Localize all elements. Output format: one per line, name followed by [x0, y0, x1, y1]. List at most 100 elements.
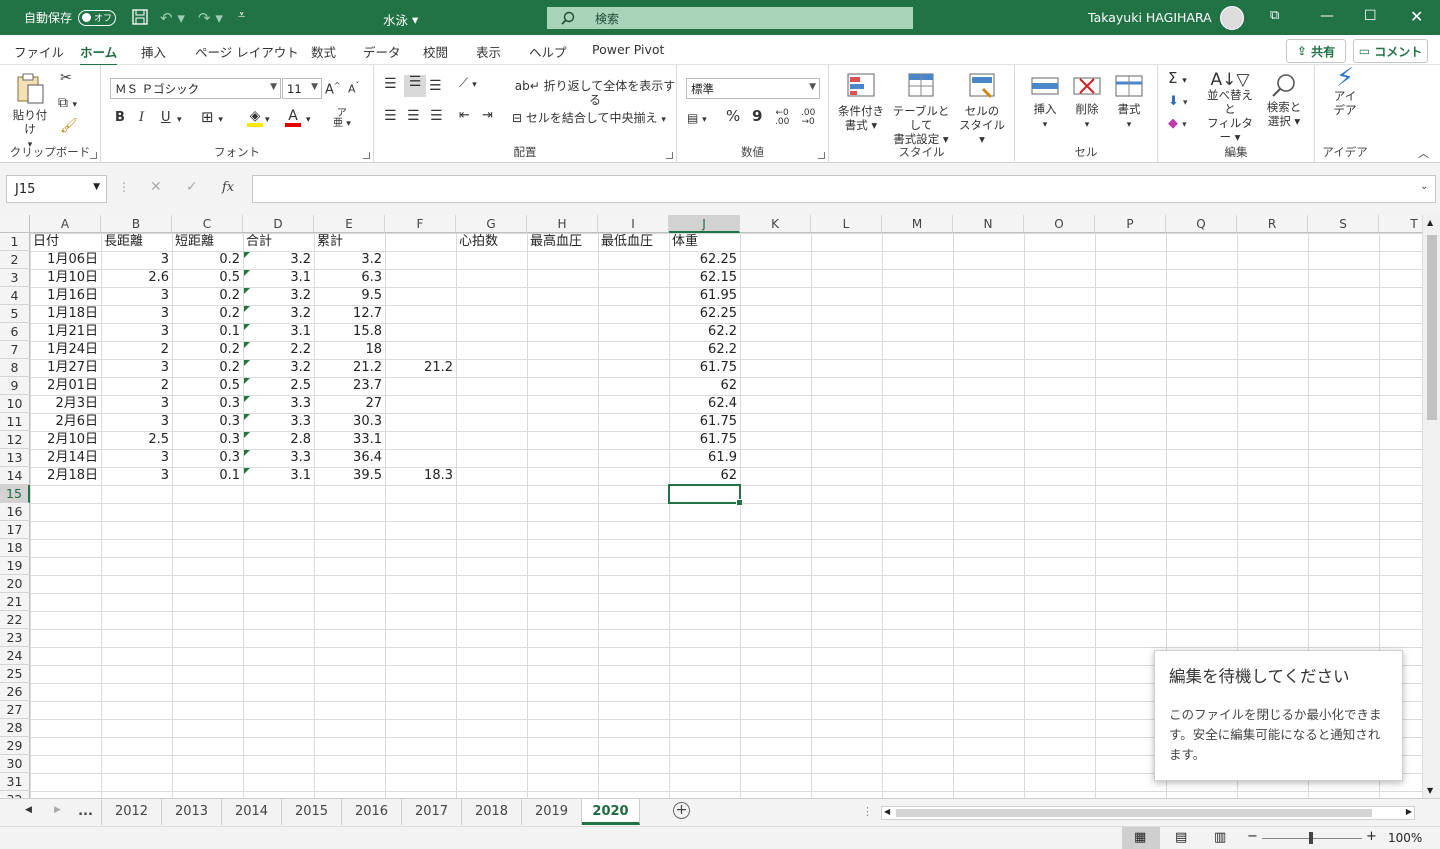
autosum-icon[interactable]: Σ ▾	[1168, 71, 1187, 88]
column-header[interactable]: N	[953, 215, 1024, 233]
table-cell[interactable]: 2.6	[101, 269, 172, 287]
row-header[interactable]: 30	[0, 755, 30, 773]
save-icon[interactable]	[131, 8, 149, 26]
table-cell[interactable]: 心拍数	[456, 233, 527, 251]
error-indicator-icon[interactable]	[244, 252, 250, 258]
table-cell[interactable]: 62.25	[669, 251, 740, 269]
table-cell[interactable]: 23.7	[314, 377, 385, 395]
table-cell[interactable]: 3.3	[243, 395, 314, 413]
error-indicator-icon[interactable]	[244, 342, 250, 348]
sheet-tab[interactable]: 2015	[282, 799, 342, 825]
table-cell[interactable]: 62.15	[669, 269, 740, 287]
table-cell[interactable]: 62.2	[669, 341, 740, 359]
sheet-tab[interactable]: 2019	[522, 799, 582, 825]
table-cell[interactable]: 1月10日	[30, 269, 101, 287]
clipboard-launcher-icon[interactable]	[90, 152, 97, 159]
maximize-icon[interactable]: ☐	[1364, 8, 1377, 24]
accounting-format-icon[interactable]: ▤ ▾	[687, 111, 707, 127]
table-cell[interactable]: 62	[669, 467, 740, 485]
row-header[interactable]: 12	[0, 431, 30, 449]
table-cell[interactable]: 3	[101, 323, 172, 341]
delete-cells-button[interactable]: 削除 ▾	[1067, 73, 1107, 132]
sheet-tab[interactable]: 2012	[102, 799, 162, 825]
undo-icon[interactable]: ↶ ▾	[160, 9, 185, 27]
error-indicator-icon[interactable]	[244, 324, 250, 330]
table-cell[interactable]: 3	[101, 359, 172, 377]
column-header[interactable]: Q	[1166, 215, 1237, 233]
table-cell[interactable]: 3	[101, 467, 172, 485]
bold-button[interactable]: B	[115, 111, 125, 125]
table-cell[interactable]: 1月24日	[30, 341, 101, 359]
row-header[interactable]: 5	[0, 305, 30, 323]
column-header[interactable]: A	[30, 215, 101, 233]
table-cell[interactable]: 3	[101, 395, 172, 413]
column-header[interactable]: C	[172, 215, 243, 233]
error-indicator-icon[interactable]	[244, 468, 250, 474]
percent-button[interactable]: %	[726, 109, 740, 124]
row-header[interactable]: 10	[0, 395, 30, 413]
table-cell[interactable]: 0.3	[172, 431, 243, 449]
table-cell[interactable]: 3.2	[243, 251, 314, 269]
fill-color-dropdown-icon[interactable]: ▾	[265, 113, 270, 127]
row-header[interactable]: 9	[0, 377, 30, 395]
table-cell[interactable]: 日付	[30, 233, 101, 251]
table-cell[interactable]: 体重	[669, 233, 740, 251]
table-cell[interactable]: 3.1	[243, 323, 314, 341]
increase-decimal-icon[interactable]: ←0.00	[775, 109, 789, 127]
table-cell[interactable]: 3	[101, 413, 172, 431]
tab-file[interactable]: ファイル	[14, 42, 64, 61]
table-cell[interactable]: 3.3	[243, 413, 314, 431]
row-header[interactable]: 21	[0, 593, 30, 611]
page-layout-view-icon[interactable]: ▤	[1175, 830, 1187, 845]
collapse-ribbon-icon[interactable]: ︿	[1418, 147, 1429, 161]
table-cell[interactable]: 合計	[243, 233, 314, 251]
table-cell[interactable]: 0.2	[172, 287, 243, 305]
cell-styles-button[interactable]: セルの スタイル ▾	[955, 71, 1009, 146]
autosave-switch[interactable]: オフ	[78, 9, 117, 26]
ribbon-display-options-icon[interactable]: ⧉	[1270, 8, 1279, 23]
column-header[interactable]: O	[1024, 215, 1095, 233]
table-cell[interactable]: 1月18日	[30, 305, 101, 323]
vertical-scrollbar[interactable]: ▲ ▼	[1422, 215, 1440, 798]
column-header[interactable]: P	[1095, 215, 1166, 233]
tab-page-layout[interactable]: ページ レイアウト	[195, 42, 299, 61]
decrease-indent-icon[interactable]: ⇤	[459, 109, 470, 123]
column-header[interactable]: K	[740, 215, 811, 233]
table-cell[interactable]: 18.3	[385, 467, 456, 485]
column-header[interactable]: J	[669, 215, 740, 233]
format-painter-icon[interactable]: 🖌	[60, 119, 78, 133]
table-cell[interactable]: 36.4	[314, 449, 385, 467]
column-header[interactable]: T	[1379, 215, 1422, 233]
row-header[interactable]: 8	[0, 359, 30, 377]
scroll-down-icon[interactable]: ▼	[1427, 786, 1433, 795]
cut-icon[interactable]: ✂	[60, 71, 72, 85]
table-cell[interactable]: 3	[101, 251, 172, 269]
font-color-dropdown-icon[interactable]: ▾	[306, 113, 311, 127]
format-as-table-button[interactable]: テーブルとして 書式設定 ▾	[887, 71, 955, 146]
row-header[interactable]: 31	[0, 773, 30, 791]
row-header[interactable]: 20	[0, 575, 30, 593]
table-cell[interactable]: 1月16日	[30, 287, 101, 305]
autosave-toggle[interactable]: 自動保存 オフ	[24, 9, 117, 26]
sheet-tab[interactable]: 2016	[342, 799, 402, 825]
format-cells-button[interactable]: 書式 ▾	[1109, 73, 1149, 132]
tab-home[interactable]: ホーム	[80, 42, 118, 66]
table-cell[interactable]: 長距離	[101, 233, 172, 251]
table-cell[interactable]: 1月27日	[30, 359, 101, 377]
table-cell[interactable]: 61.95	[669, 287, 740, 305]
table-cell[interactable]: 6.3	[314, 269, 385, 287]
row-header[interactable]: 6	[0, 323, 30, 341]
phonetic-guide-icon[interactable]: ア亜 ▾	[333, 109, 351, 130]
page-break-view-icon[interactable]: ▥	[1214, 830, 1226, 845]
table-cell[interactable]: 0.3	[172, 413, 243, 431]
align-top-icon[interactable]: ☰	[384, 77, 397, 91]
error-indicator-icon[interactable]	[244, 288, 250, 294]
zoom-in-icon[interactable]: +	[1366, 829, 1377, 844]
row-header[interactable]: 4	[0, 287, 30, 305]
table-cell[interactable]: 15.8	[314, 323, 385, 341]
column-header[interactable]: H	[527, 215, 598, 233]
table-cell[interactable]: 9.5	[314, 287, 385, 305]
align-center-icon[interactable]: ☰	[407, 109, 420, 123]
horizontal-scroll-thumb[interactable]	[896, 809, 1372, 817]
table-cell[interactable]: 0.2	[172, 251, 243, 269]
